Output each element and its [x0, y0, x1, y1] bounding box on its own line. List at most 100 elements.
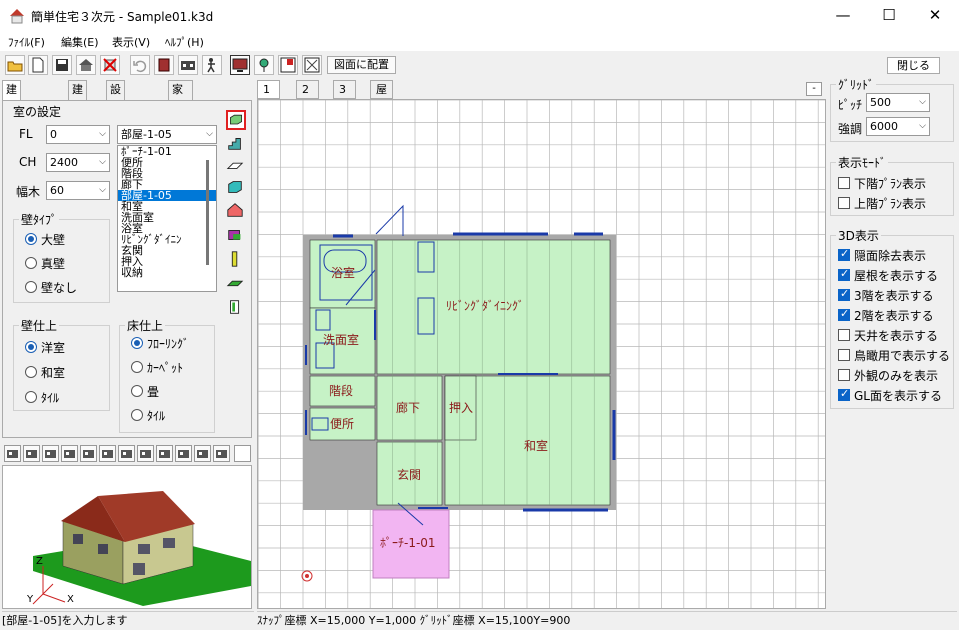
wall-finish-radio[interactable] — [25, 366, 37, 378]
wall-finish-radio[interactable] — [25, 391, 37, 403]
floor-finish-radio[interactable] — [131, 337, 143, 349]
display_3d-checkbox[interactable] — [838, 349, 850, 361]
view-3d[interactable]: Z X Y — [2, 465, 252, 609]
view3d-wall-3-icon[interactable] — [80, 445, 97, 462]
wall-finish-radio[interactable] — [25, 341, 37, 353]
save-icon[interactable] — [52, 55, 72, 75]
view3d-wall-4-icon[interactable] — [99, 445, 116, 462]
room-list-scrollbar[interactable] — [206, 160, 209, 265]
display_3d-checkbox[interactable] — [838, 387, 850, 401]
display_3d-checkbox[interactable] — [838, 247, 850, 261]
view3d-house-1-icon[interactable] — [118, 445, 135, 462]
colored-block-icon[interactable] — [226, 226, 246, 246]
roof-icon[interactable] — [226, 201, 246, 221]
app-house-icon — [10, 9, 24, 24]
close-window-button[interactable]: ✕ — [912, 0, 958, 31]
display_mode-checkbox[interactable] — [838, 197, 850, 209]
room-list-item[interactable]: 収納 — [118, 267, 216, 278]
floor-finish-label: ﾀｲﾙ — [147, 409, 166, 423]
tab-building-shape[interactable]: 建物形状 — [2, 80, 21, 150]
plan-minimize-button[interactable]: - — [806, 82, 822, 96]
wall-type-radio[interactable] — [25, 257, 37, 269]
view3d-wall-2-icon[interactable] — [61, 445, 78, 462]
tab-equipment[interactable]: 設備機器 — [106, 80, 125, 150]
maximize-button[interactable]: ☐ — [866, 0, 912, 31]
view3d-house-5-icon[interactable] — [194, 445, 211, 462]
walker-icon[interactable] — [202, 55, 222, 75]
new-file-icon[interactable] — [28, 55, 48, 75]
tab-floor-3[interactable]: 3 階 — [333, 80, 356, 113]
view3d-house-6-icon[interactable] — [213, 445, 230, 462]
cube-icon[interactable] — [226, 178, 246, 198]
menu-edit[interactable]: 編集(E) — [61, 34, 99, 50]
tab-floor-1[interactable]: 1 階 — [257, 80, 280, 113]
display_3d-checkbox[interactable] — [838, 329, 850, 341]
emphasis-select[interactable]: 6000 ⌵ — [866, 117, 930, 136]
window-title: 簡単住宅３次元 - Sample01.k3d — [31, 10, 214, 24]
view3d-house-4-icon[interactable] — [175, 445, 192, 462]
wall-type-title: 壁ﾀｲﾌﾟ — [19, 211, 60, 228]
display_3d-checkbox[interactable] — [838, 369, 850, 381]
floor-finish-radio[interactable] — [131, 409, 143, 421]
label-closet: 押入 — [449, 401, 474, 415]
pillar-icon[interactable] — [226, 250, 246, 270]
display_mode-checkbox[interactable] — [838, 177, 850, 189]
display_3d-checkbox[interactable] — [838, 267, 850, 281]
zoom-icon[interactable] — [278, 55, 298, 75]
grid-title: ｸﾞﾘｯﾄﾞ — [836, 76, 877, 93]
habaki-label: 幅木 — [16, 185, 41, 199]
camera-icon[interactable] — [254, 55, 274, 75]
box-icon[interactable] — [154, 55, 174, 75]
view3d-monitor-icon[interactable] — [4, 445, 21, 462]
room-list[interactable]: ﾎﾟｰﾁ-1-01 便所 階段 廊下 部屋-1-05 和室 洗面室 浴室 ﾘﾋﾞﾝｸﾞﾀﾞｲﾆﾝ… — [117, 145, 217, 292]
menu-help[interactable]: ﾍﾙﾌﾟ(H) — [165, 34, 204, 50]
fl-select[interactable]: 0 ⌵ — [46, 125, 110, 144]
display_3d-checkbox-label: 屋根を表示する — [854, 269, 939, 283]
view3d-maximize-icon[interactable] — [234, 445, 251, 462]
floor-plan-canvas[interactable]: 浴室 洗面室 ﾘﾋﾞﾝｸﾞﾀﾞｲﾆﾝｸﾞ 階段 便所 廊下 押入 和室 玄関 ﾎ… — [257, 99, 826, 609]
open-folder-icon[interactable] — [5, 55, 25, 75]
display_3d-checkbox[interactable] — [838, 287, 850, 301]
wall-type-radio[interactable] — [25, 233, 37, 245]
floor-plan-drawing — [257, 99, 825, 608]
view3d-toolbar — [2, 445, 252, 465]
room-box-icon[interactable] — [226, 110, 246, 130]
tab-fittings[interactable]: 建具 — [68, 80, 87, 114]
display_3d-checkbox-label: GL面を表示する — [854, 389, 942, 403]
menu-file[interactable]: ﾌｧｲﾙ(F) — [8, 34, 45, 50]
menu-view[interactable]: 表示(V) — [112, 34, 150, 50]
axis-x-label: X — [67, 594, 74, 605]
tab-roof[interactable]: 屋根 — [370, 80, 393, 113]
stairs-icon[interactable] — [226, 134, 246, 154]
wall-type-radio[interactable] — [25, 281, 37, 293]
ch-select[interactable]: 2400 ⌵ — [46, 153, 110, 172]
tab-floor-2[interactable]: 2 階 — [296, 80, 319, 113]
view3d-house-3-icon[interactable] — [156, 445, 173, 462]
floor-finish-label: ﾌﾛｰﾘﾝｸﾞ — [147, 337, 190, 351]
close-panel-button[interactable]: 閉じる — [887, 57, 940, 74]
place-on-drawing-button[interactable]: 図面に配置 — [327, 56, 396, 74]
room-settings-panel: 室の設定 FL 0 ⌵ CH 2400 ⌵ 幅木 60 ⌵ 部屋-1-05 ⌵ ﾎﾟｰﾁ… — [2, 100, 252, 438]
view3d-walk-icon[interactable] — [23, 445, 40, 462]
undo-icon[interactable] — [130, 55, 150, 75]
delete-icon[interactable] — [100, 55, 120, 75]
habaki-select[interactable]: 60 ⌵ — [46, 181, 110, 200]
minimize-button[interactable]: — — [820, 0, 866, 31]
room-select[interactable]: 部屋-1-05 ⌵ — [117, 125, 217, 144]
wall-finish-label: 洋室 — [41, 341, 66, 355]
view3d-wall-1-icon[interactable] — [42, 445, 59, 462]
display_3d-checkbox[interactable] — [838, 307, 850, 321]
zoom-all-icon[interactable] — [302, 55, 322, 75]
wall-icon[interactable] — [178, 55, 198, 75]
floor-finish-radio[interactable] — [131, 361, 143, 373]
floor-plate-icon[interactable] — [226, 156, 246, 176]
house-edit-icon[interactable] — [76, 55, 96, 75]
pitch-select[interactable]: 500 ⌵ — [866, 93, 930, 112]
monitor-icon[interactable] — [230, 55, 250, 75]
tab-furniture[interactable]: 家具･小物 — [168, 80, 193, 150]
ground-plate-icon[interactable] — [226, 274, 246, 294]
door-panel-icon[interactable] — [226, 298, 246, 318]
wall-type-label: 真壁 — [41, 257, 66, 271]
floor-finish-radio[interactable] — [131, 385, 143, 397]
view3d-house-2-icon[interactable] — [137, 445, 154, 462]
